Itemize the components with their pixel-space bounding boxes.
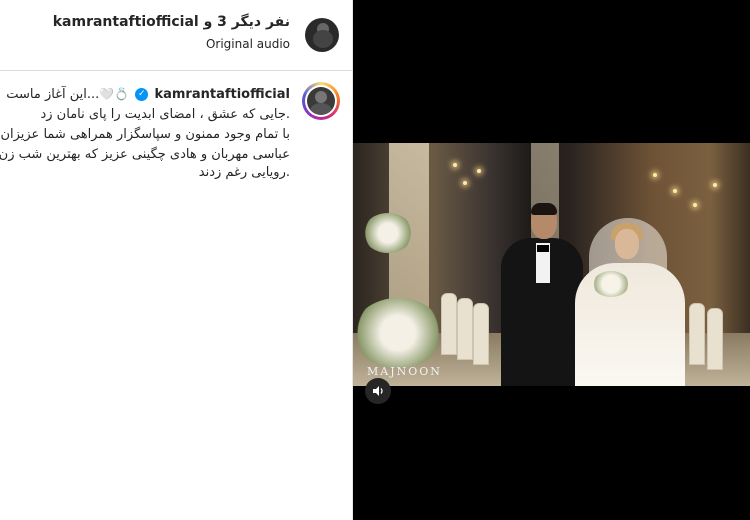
caption-line-4: عباسی مهربان و هادی چگینی عزیز که بهترین…: [0, 147, 290, 162]
caption-line-1: ...این آغاز ماست: [6, 87, 100, 102]
audio-avatar[interactable]: [305, 18, 339, 52]
verified-badge-icon: ✓: [135, 88, 149, 101]
video-light: [713, 183, 717, 187]
author-avatar[interactable]: [302, 82, 340, 120]
mute-button[interactable]: [365, 378, 391, 404]
caption-line-3: با تمام وجود ممنون و سپاسگزار همراهی شما…: [0, 127, 290, 142]
video-light: [653, 173, 657, 177]
video-light: [673, 189, 677, 193]
video-groom-hair: [531, 203, 557, 215]
caption-line-2: .جایی که عشق ، امضای ابدیت را پای نامان …: [40, 107, 290, 122]
video-watermark: MAJNOON: [367, 365, 442, 378]
video-bride-head: [615, 229, 639, 259]
video-flowers: [363, 213, 413, 253]
video-groom-tie: [537, 245, 549, 252]
caption-first-line: kamrantaftiofficial ✓ 💍🤍...این آغاز ماست: [6, 87, 290, 102]
video-light: [693, 203, 697, 207]
media-panel: MAJNOON: [353, 0, 750, 520]
post-header: نفر دیگر 3 و kamrantaftiofficial Origina…: [0, 0, 352, 71]
video-bride: [575, 263, 685, 386]
post-details-panel: نفر دیگر 3 و kamrantaftiofficial Origina…: [0, 0, 353, 520]
video-chair: [473, 303, 489, 365]
video-chair: [457, 298, 473, 360]
video-flowers: [353, 298, 443, 368]
video-chair: [441, 293, 457, 355]
video-chair: [689, 303, 705, 365]
caption-emoji: 💍🤍: [99, 87, 130, 101]
video-chair: [707, 308, 723, 370]
caption-line-5: .رویایی رغم زدند: [198, 165, 290, 180]
author-username[interactable]: kamrantaftiofficial: [154, 87, 290, 102]
speaker-icon: [373, 386, 383, 396]
header-title[interactable]: نفر دیگر 3 و kamrantaftiofficial: [53, 14, 290, 30]
video-player[interactable]: MAJNOON: [353, 143, 750, 386]
video-bouquet: [593, 271, 629, 297]
audio-label[interactable]: Original audio: [206, 37, 290, 51]
video-light: [477, 169, 481, 173]
video-light: [463, 181, 467, 185]
video-light: [453, 163, 457, 167]
